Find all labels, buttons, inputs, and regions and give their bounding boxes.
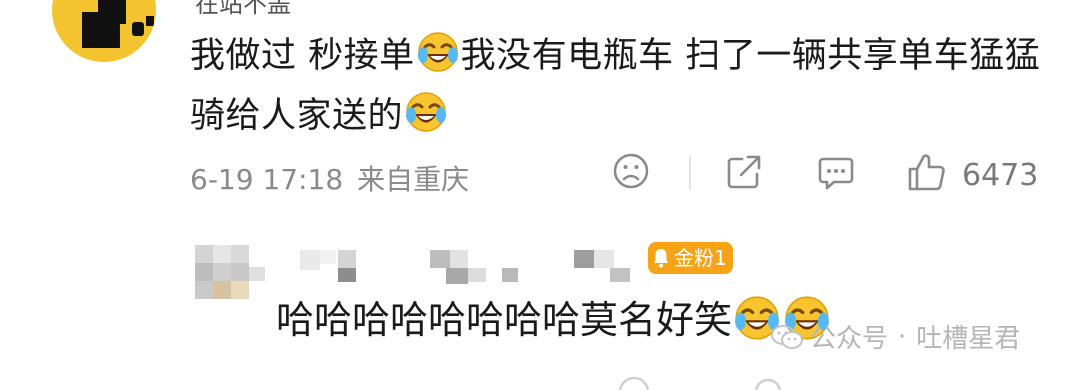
mosaic-block: [502, 268, 518, 282]
watermark-separator: ·: [898, 321, 907, 352]
watermark: 公众号 · 吐槽星君: [770, 318, 1020, 355]
mosaic-block: [338, 250, 356, 270]
mosaic-block: [446, 268, 468, 284]
badge-label: 金粉1: [674, 246, 727, 270]
reply-text: 哈哈哈哈哈哈哈哈莫名好笑: [276, 292, 832, 348]
mosaic-block: [468, 268, 486, 282]
watermark-brand: 公众号: [810, 324, 889, 354]
comment-text-part1: 我做过 秒接单: [190, 36, 415, 76]
laugh-cry-emoji-icon: [405, 91, 447, 133]
avatar-mosaic: [146, 16, 154, 26]
mosaic-block: [450, 250, 468, 268]
mosaic-block: [320, 250, 336, 264]
avatar-mosaic: [249, 267, 265, 281]
avatar-mosaic: [132, 22, 144, 36]
avatar-mosaic: [213, 263, 231, 281]
avatar-mosaic: [98, 0, 126, 24]
thumbs-up-icon: [908, 154, 945, 191]
avatar-mosaic: [195, 263, 213, 281]
avatar-mosaic: [213, 245, 231, 263]
comment-username[interactable]: 在站不盖: [195, 0, 291, 19]
wechat-icon: [771, 324, 803, 349]
dislike-button[interactable]: [612, 152, 650, 190]
comment-icon: [818, 157, 854, 190]
comment-text: 我做过 秒接单 我没有电瓶车 扫了一辆共享单车猛猛骑给人家送的: [190, 26, 1050, 146]
avatar-mosaic: [195, 245, 213, 263]
fan-level-badge[interactable]: 金粉1: [648, 242, 733, 274]
avatar-mosaic: [231, 263, 249, 281]
comment-location: 来自重庆: [357, 163, 470, 196]
avatar-mosaic: [231, 281, 249, 299]
reply-username-mosaic[interactable]: [300, 242, 640, 284]
mosaic-block: [574, 250, 594, 268]
like-count: 6473: [962, 158, 1039, 193]
share-button[interactable]: [724, 152, 764, 192]
avatar-mosaic: [231, 245, 249, 263]
mosaic-block: [338, 268, 356, 282]
mosaic-block: [594, 250, 614, 268]
like-button[interactable]: [906, 152, 948, 192]
cropped-next-row: [618, 376, 782, 390]
laugh-cry-emoji-icon: [417, 31, 459, 73]
reply-text-content: 哈哈哈哈哈哈哈哈莫名好笑: [276, 298, 733, 342]
comment-button[interactable]: [816, 152, 856, 192]
mosaic-block: [610, 268, 630, 282]
mosaic-block: [430, 250, 450, 268]
divider: [689, 156, 691, 190]
reply-avatar[interactable]: [195, 245, 267, 301]
avatar-mosaic: [195, 281, 213, 299]
comment-date: 6-19 17:18: [190, 163, 344, 196]
avatar[interactable]: [52, 0, 156, 62]
watermark-account: 吐槽星君: [916, 324, 1021, 354]
share-icon: [727, 155, 761, 189]
mosaic-block: [300, 250, 320, 270]
avatar-mosaic: [213, 281, 231, 299]
sad-face-icon: [613, 153, 649, 189]
bell-icon: [654, 249, 668, 268]
comment-meta: 6-19 17:18 来自重庆: [190, 158, 483, 198]
